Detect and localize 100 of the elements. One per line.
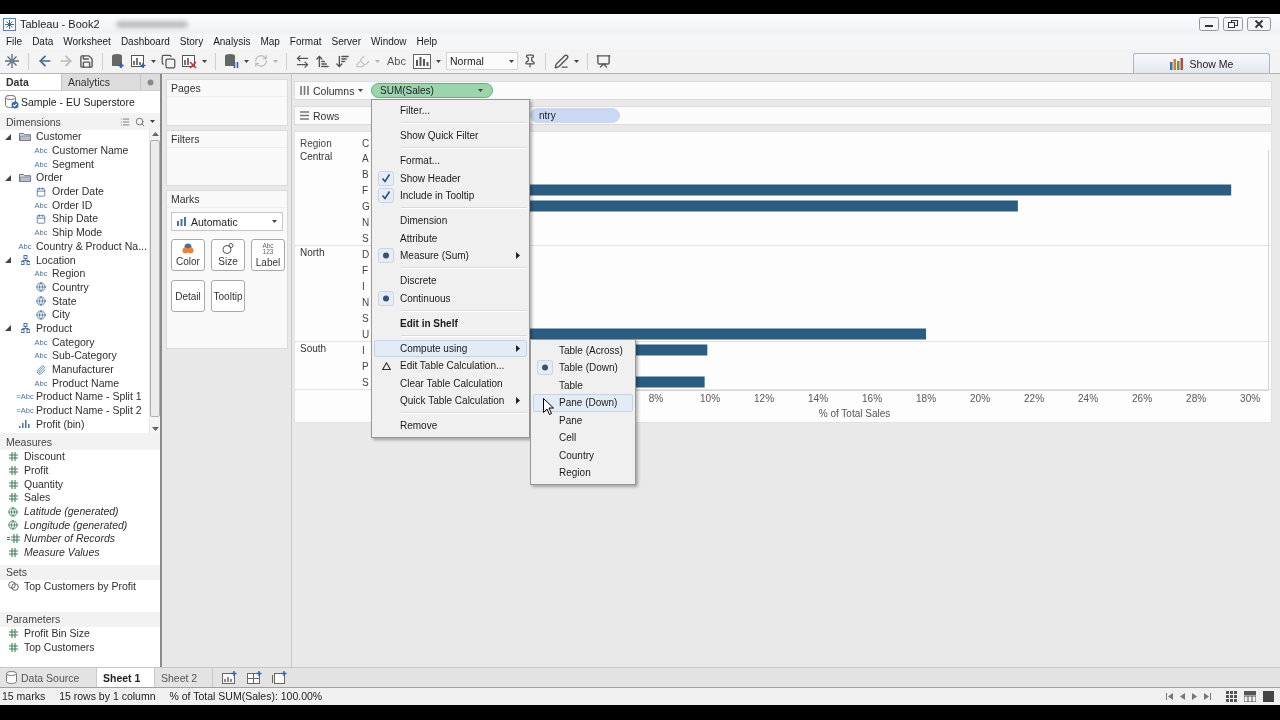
menu-item[interactable]: File	[1, 34, 28, 49]
close-icon[interactable]	[1247, 17, 1271, 31]
expand-triangle-icon[interactable]	[5, 325, 11, 332]
database-plus-icon[interactable]	[111, 53, 125, 69]
mark-property-button[interactable]: Size	[211, 239, 245, 271]
field-name[interactable]: Product Name - Split 2	[36, 404, 142, 418]
first-page-icon[interactable]	[1166, 692, 1173, 700]
fit-dropdown[interactable]: Normal	[445, 52, 518, 70]
minimize-icon[interactable]	[1199, 17, 1219, 31]
chart-clear-icon[interactable]	[181, 53, 197, 69]
field-name[interactable]: Location	[36, 253, 76, 267]
caret-icon[interactable]	[573, 59, 579, 63]
presentation-icon[interactable]	[595, 53, 611, 69]
caret-icon[interactable]	[151, 59, 156, 63]
caret-icon[interactable]	[244, 59, 249, 63]
mark-property-button[interactable]: Detail	[171, 280, 205, 312]
caret-icon[interactable]	[272, 220, 277, 223]
menu-item[interactable]: Discrete	[374, 272, 527, 290]
new-worksheet-icon[interactable]	[222, 671, 237, 684]
field-name[interactable]: Order	[36, 171, 63, 185]
expand-triangle-icon[interactable]	[5, 257, 11, 264]
field-name[interactable]: Sub-Category	[52, 349, 117, 363]
field-name[interactable]: Ship Date	[52, 212, 99, 226]
field-name[interactable]: Customer Name	[52, 144, 129, 158]
menu-item[interactable]: Attribute	[374, 229, 527, 247]
filled-square-icon[interactable]	[1263, 690, 1274, 702]
field-name[interactable]: Country & Product Na...	[36, 239, 147, 253]
menu-item[interactable]: Compute using	[374, 339, 527, 357]
chart-plus-icon[interactable]	[130, 53, 146, 69]
pane-tab[interactable]: Data	[0, 74, 62, 90]
new-story-icon[interactable]	[272, 671, 287, 684]
menu-item[interactable]: Remove	[374, 417, 527, 435]
field-name[interactable]: Product Name - Split 1	[36, 390, 142, 404]
mark-type-dropdown[interactable]: Automatic	[171, 212, 283, 231]
show-me-button[interactable]: Show Me	[1133, 53, 1270, 73]
field-name[interactable]: Latitude (generated)	[24, 505, 119, 519]
sheet-tab[interactable]: Sheet 1	[97, 668, 155, 687]
field-name[interactable]: Measure Values	[24, 546, 100, 560]
menu-item[interactable]: Worksheet	[58, 34, 116, 49]
save-icon[interactable]	[79, 53, 94, 69]
expand-triangle-icon[interactable]	[5, 174, 11, 181]
restore-icon[interactable]	[1223, 17, 1243, 31]
menu-item[interactable]: Server	[326, 34, 366, 49]
chart-columns-icon[interactable]	[412, 53, 431, 69]
mark-property-button[interactable]: Color	[171, 239, 205, 271]
scroll-up-icon[interactable]	[151, 132, 159, 136]
field-name[interactable]: Number of Records	[24, 532, 116, 546]
menu-item[interactable]: Data	[27, 34, 59, 49]
menu-item[interactable]: Dashboard	[115, 34, 175, 49]
menu-item[interactable]: Format...	[374, 152, 527, 170]
menu-item[interactable]: Measure (Sum)	[374, 247, 527, 265]
menu-item[interactable]: Story	[174, 34, 209, 49]
menu-item[interactable]: Help	[411, 34, 443, 49]
caret-icon[interactable]	[478, 89, 483, 92]
swap-icon[interactable]	[295, 53, 310, 69]
menu-item[interactable]: Window	[365, 34, 412, 49]
next-page-icon[interactable]	[1192, 692, 1197, 700]
scrollbar-thumb[interactable]	[150, 140, 160, 417]
table-layout-icon[interactable]	[1244, 690, 1256, 702]
field-name[interactable]: Manufacturer	[52, 363, 114, 377]
caret-icon[interactable]	[202, 59, 207, 63]
field-pill[interactable]: SUM(Sales)	[371, 83, 493, 98]
field-name[interactable]: Longitude (generated)	[24, 518, 128, 532]
sort-ascending-icon[interactable]	[315, 53, 330, 69]
menu-item[interactable]: Table (Down)	[533, 359, 633, 377]
labels-button[interactable]: Abc	[385, 52, 408, 70]
caret-icon[interactable]	[508, 59, 514, 63]
search-icon[interactable]	[135, 116, 145, 127]
field-name[interactable]: Segment	[52, 157, 95, 171]
field-name[interactable]: Top Customers by Profit	[24, 579, 137, 593]
menu-item[interactable]: Region	[533, 464, 633, 482]
database-pause-icon[interactable]	[224, 53, 239, 69]
caret-icon[interactable]	[435, 59, 441, 63]
menu-item[interactable]: Dimension	[374, 212, 527, 230]
menu-item[interactable]: Clear Table Calculation	[374, 374, 527, 392]
field-name[interactable]: Profit	[24, 464, 49, 478]
menu-item[interactable]: Cell	[533, 429, 633, 447]
menu-item[interactable]: Edit in Shelf	[374, 314, 527, 332]
menu-item[interactable]: Map	[255, 34, 285, 49]
previous-page-icon[interactable]	[1180, 692, 1185, 700]
field-name[interactable]: Profit (bin)	[36, 417, 85, 431]
sort-descending-icon[interactable]	[335, 53, 350, 69]
caret-icon[interactable]	[150, 120, 155, 123]
field-name[interactable]: Quantity	[24, 477, 64, 491]
pen-icon[interactable]	[553, 53, 569, 69]
field-name[interactable]: Order Date	[52, 185, 104, 199]
menu-item[interactable]: Include in Tooltip	[374, 187, 527, 205]
mark-property-button[interactable]: Tooltip	[211, 280, 245, 312]
menu-item[interactable]: Show Header	[374, 169, 527, 187]
menu-item[interactable]: Country	[533, 446, 633, 464]
field-name[interactable]: Customer	[36, 130, 82, 144]
pin-dot-icon[interactable]	[147, 78, 154, 86]
menu-item[interactable]: Show Quick Filter	[374, 127, 527, 145]
menu-item[interactable]: Format	[284, 34, 327, 49]
field-name[interactable]: Discount	[24, 450, 65, 464]
field-name[interactable]: Top Customers	[24, 640, 95, 654]
field-name[interactable]: Region	[52, 267, 86, 281]
field-name[interactable]: State	[52, 294, 77, 308]
expand-triangle-icon[interactable]	[5, 133, 11, 140]
field-name[interactable]: Ship Mode	[52, 226, 103, 240]
